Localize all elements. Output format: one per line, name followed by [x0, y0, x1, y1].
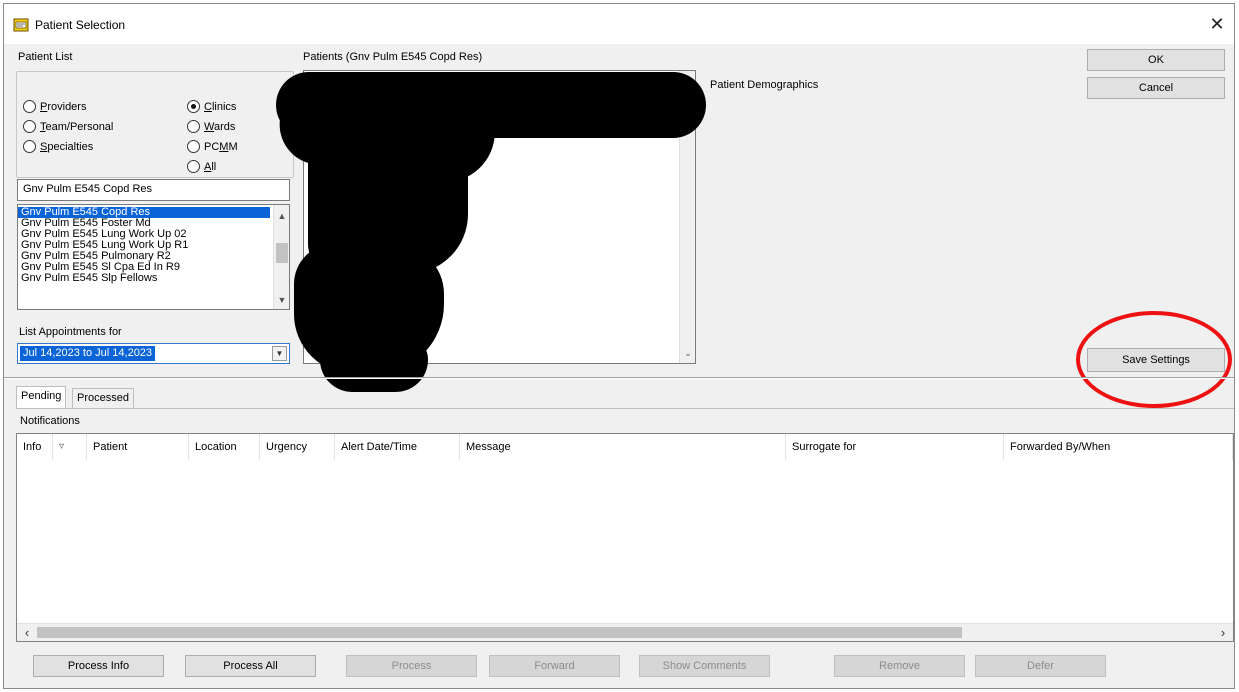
radio-option-specialties[interactable]: Specialties — [23, 140, 93, 153]
radio-label: Clinics — [204, 100, 237, 113]
radio-label: Wards — [204, 120, 236, 133]
notifications-grid[interactable]: Info ▿ Patient Location Urgency Alert Date/Ti… — [16, 433, 1234, 642]
ok-button[interactable]: OK — [1087, 49, 1225, 71]
radio-circle-icon — [23, 120, 36, 133]
title-bar: Patient Selection ✕ — [4, 4, 1234, 44]
radio-label: Specialties — [40, 140, 94, 153]
radio-option-all[interactable]: All — [187, 160, 216, 173]
patient-list-items: Gnv Pulm E545 Copd Res Gnv Pulm E545 Fost… — [18, 207, 275, 284]
column-header[interactable]: Patient — [87, 434, 189, 460]
list-item[interactable]: Gnv Pulm E545 Slp Fellows — [18, 273, 275, 284]
appointments-date-range-combo[interactable]: Jul 14,2023 to Jul 14,2023 ▼ — [17, 343, 290, 364]
radio-option-providers[interactable]: Providers — [23, 100, 86, 113]
tab-pending[interactable]: Pending — [16, 386, 67, 409]
appointments-date-range-value: Jul 14,2023 to Jul 14,2023 — [20, 346, 156, 361]
radio-option-teampersonal[interactable]: Team/Personal — [23, 120, 113, 133]
column-header[interactable]: Alert Date/Time — [335, 434, 460, 460]
radio-circle-icon — [187, 140, 200, 153]
scroll-down-icon[interactable]: ⌄ — [680, 346, 695, 360]
notifications-label: Notifications — [20, 415, 80, 427]
patient-list-scrollbar[interactable]: ▲ ▼ — [273, 205, 289, 309]
radio-label: Providers — [40, 100, 87, 113]
radio-circle-icon — [23, 140, 36, 153]
scroll-right-icon[interactable]: › — [1215, 624, 1231, 641]
show-comments-button[interactable]: Show Comments — [639, 655, 770, 677]
column-header[interactable]: Surrogate for — [786, 434, 1004, 460]
scroll-left-icon[interactable]: ‹ — [19, 624, 35, 641]
radio-label: PCMM — [204, 140, 238, 153]
patient-list-search-input[interactable]: Gnv Pulm E545 Copd Res — [17, 179, 290, 201]
radio-circle-icon — [187, 160, 200, 173]
cancel-button[interactable]: Cancel — [1087, 77, 1225, 99]
radio-label: Team/Personal — [40, 120, 114, 133]
radio-option-clinics[interactable]: Clinics — [187, 100, 236, 113]
radio-label: All — [204, 160, 217, 173]
patient-selection-window: Patient Selection ✕ Patient List Provide… — [3, 3, 1235, 689]
tab-processed[interactable]: Processed — [72, 388, 134, 408]
save-settings-button[interactable]: Save Settings — [1087, 348, 1225, 372]
sort-indicator-icon[interactable]: ▿ — [53, 434, 87, 460]
forward-button[interactable]: Forward — [489, 655, 620, 677]
column-header[interactable]: Message — [460, 434, 786, 460]
radio-option-wards[interactable]: Wards — [187, 120, 235, 133]
column-header[interactable]: Info — [17, 434, 53, 460]
redaction-mark — [320, 334, 428, 392]
notifications-hscrollbar[interactable]: ‹ › — [17, 623, 1233, 641]
column-header[interactable]: Urgency — [260, 434, 335, 460]
patients-label: Patients (Gnv Pulm E545 Copd Res) — [303, 51, 483, 63]
process-button[interactable]: Process — [346, 655, 477, 677]
hscroll-thumb[interactable] — [37, 627, 962, 638]
patient-list-label: Patient List — [18, 51, 73, 63]
scroll-down-icon[interactable]: ▼ — [274, 293, 289, 307]
radio-circle-icon — [23, 100, 36, 113]
scroll-thumb[interactable] — [276, 243, 288, 263]
defer-button[interactable]: Defer — [975, 655, 1106, 677]
scroll-up-icon[interactable]: ▲ — [274, 209, 289, 223]
patient-demographics-label: Patient Demographics — [710, 79, 819, 91]
list-appointments-label: List Appointments for — [19, 326, 122, 338]
window-title: Patient Selection — [35, 18, 126, 32]
patient-list-listbox[interactable]: Gnv Pulm E545 Copd Res Gnv Pulm E545 Fost… — [17, 204, 290, 310]
process-all-button[interactable]: Process All — [185, 655, 316, 677]
process-info-button[interactable]: Process Info — [33, 655, 164, 677]
radio-option-pcmm[interactable]: PCMM — [187, 140, 238, 153]
remove-button[interactable]: Remove — [834, 655, 965, 677]
dropdown-arrow-icon[interactable]: ▼ — [272, 346, 287, 361]
tab-divider — [16, 408, 1234, 409]
close-icon[interactable]: ✕ — [1206, 14, 1228, 36]
splitter[interactable] — [4, 377, 1234, 379]
column-header[interactable]: Location — [189, 434, 260, 460]
radio-circle-icon — [187, 120, 200, 133]
radio-circle-icon — [187, 100, 200, 113]
patient-selection-app-icon — [13, 18, 29, 32]
column-header[interactable]: Forwarded By/When — [1004, 434, 1233, 460]
